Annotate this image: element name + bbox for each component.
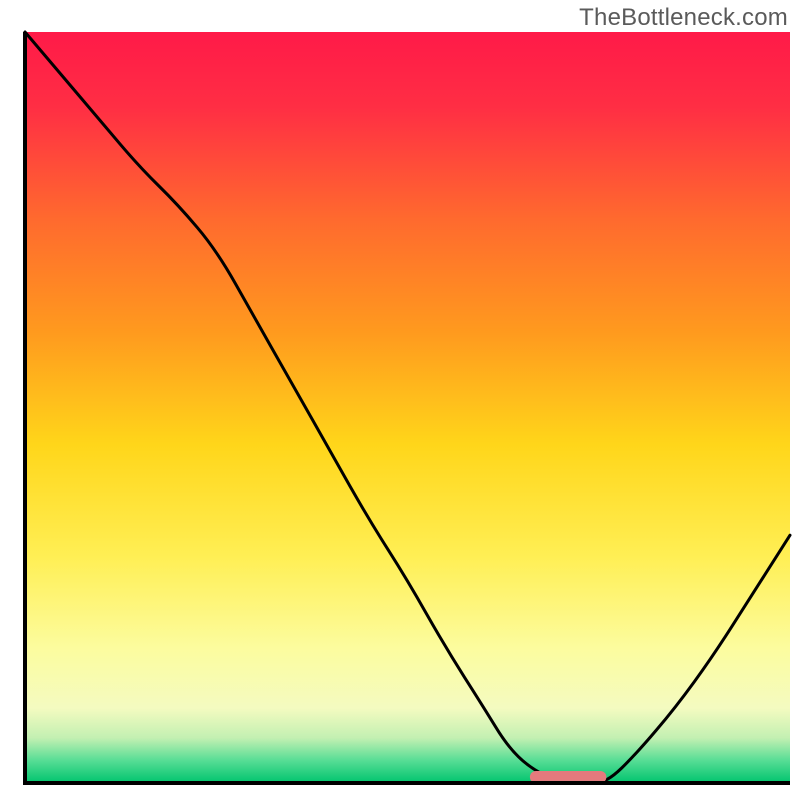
chart-canvas (0, 0, 800, 800)
watermark-label: TheBottleneck.com (579, 4, 788, 32)
chart-background (25, 32, 790, 783)
